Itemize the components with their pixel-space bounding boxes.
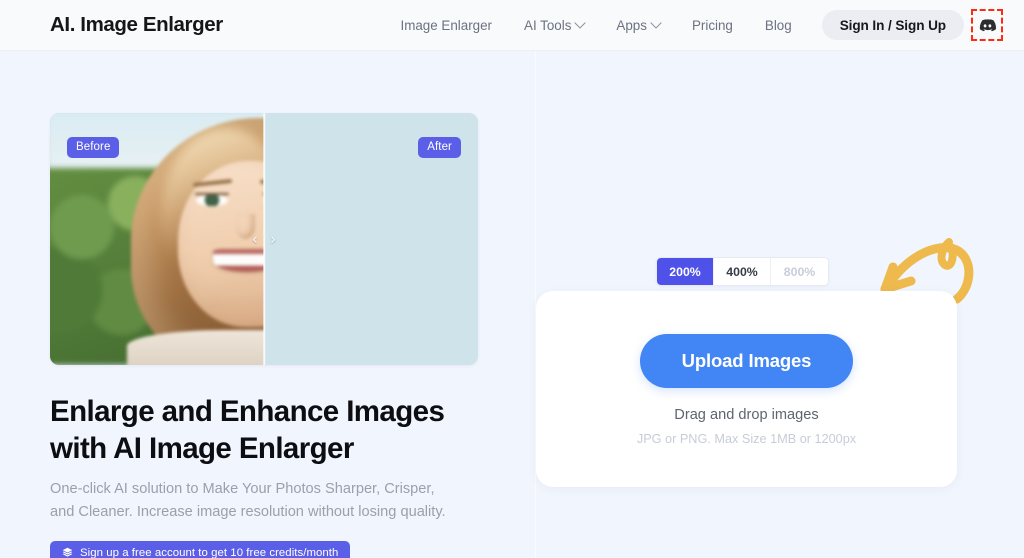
discord-icon: [979, 18, 996, 31]
scale-option-400[interactable]: 400%: [714, 258, 771, 285]
nav-label: Apps: [616, 17, 647, 33]
comparison-slider-handle[interactable]: ‹ ›: [253, 232, 276, 247]
chevron-down-icon: [650, 17, 662, 29]
upload-images-button[interactable]: Upload Images: [639, 334, 854, 388]
nav-label: AI Tools: [524, 17, 572, 33]
nav-label: Blog: [764, 17, 792, 33]
nav-item-apps[interactable]: Apps: [600, 17, 676, 33]
nav-item-image-enlarger[interactable]: Image Enlarger: [384, 18, 508, 33]
chevron-down-icon: [574, 17, 587, 29]
hero-left-column: ‹ › Before After Enlarge and Enhance Ima…: [50, 113, 478, 558]
nav-item-pricing[interactable]: Pricing: [676, 18, 749, 33]
page-subtitle: One-click AI solution to Make Your Photo…: [50, 481, 446, 520]
after-badge: After: [418, 137, 461, 158]
sign-in-sign-up-button[interactable]: Sign In / Sign Up: [821, 10, 964, 40]
upload-dropzone-card[interactable]: Upload Images Drag and drop images JPG o…: [536, 291, 957, 487]
nav-label: Pricing: [691, 17, 733, 33]
main-navigation: Image Enlarger AI Tools Apps Pricing Blo…: [384, 9, 1003, 41]
cta-label: Sign up a free account to get 10 free cr…: [80, 546, 339, 558]
free-account-cta-button[interactable]: Sign up a free account to get 10 free cr…: [50, 540, 351, 558]
chevron-right-icon: ›: [270, 230, 276, 248]
site-header: AI. Image Enlarger Image Enlarger AI Too…: [0, 0, 1024, 51]
nav-item-ai-tools[interactable]: AI Tools: [508, 17, 600, 33]
page-body: ‹ › Before After Enlarge and Enhance Ima…: [0, 51, 1024, 558]
chevron-left-icon: ‹: [252, 230, 258, 248]
scale-selector[interactable]: 200% 400% 800%: [656, 257, 829, 286]
discord-link[interactable]: [971, 9, 1003, 41]
site-logo[interactable]: AI. Image Enlarger: [50, 13, 223, 37]
before-badge: Before: [67, 137, 120, 158]
page-title: Enlarge and Enhance Images with AI Image…: [50, 395, 445, 466]
nav-item-blog[interactable]: Blog: [749, 18, 808, 33]
upload-right-column: 200% 400% 800% Upload Images Drag and dr…: [535, 51, 1024, 558]
nav-label: Image Enlarger: [400, 17, 493, 33]
scale-option-800: 800%: [771, 258, 828, 285]
drag-drop-label: Drag and drop images: [674, 407, 819, 423]
eye-left: [195, 194, 228, 207]
scale-option-200[interactable]: 200%: [657, 258, 714, 285]
layers-stack-icon: [62, 547, 73, 557]
before-after-comparison[interactable]: ‹ › Before After: [50, 113, 478, 365]
file-constraints-label: JPG or PNG. Max Size 1MB or 1200px: [636, 432, 857, 446]
